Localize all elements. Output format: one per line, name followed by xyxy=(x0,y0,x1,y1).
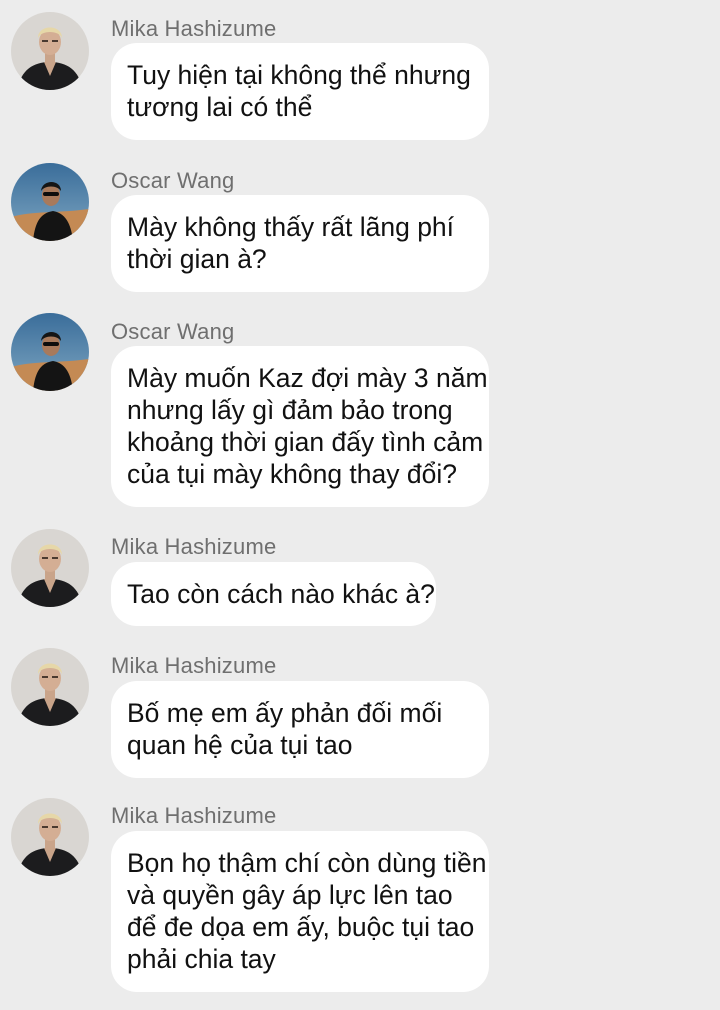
message-bubble[interactable]: Tuy hiện tại không thể nhưng tương lai c… xyxy=(111,43,489,140)
message-text: tương lai có thể xyxy=(127,92,313,122)
sender-name: Oscar Wang xyxy=(111,168,235,193)
message-text: quan hệ của tụi tao xyxy=(127,730,353,760)
oscar-avatar[interactable] xyxy=(11,163,89,241)
message-text: để đe dọa em ấy, buộc tụi tao xyxy=(127,912,475,942)
message-bubble[interactable]: Bọn họ thậm chí còn dùng tiền và quyền g… xyxy=(111,831,489,992)
message-bubble[interactable]: Mày không thấy rất lãng phí thời gian à? xyxy=(111,195,489,292)
mika-avatar[interactable] xyxy=(11,529,89,607)
message-text: Mày không thấy rất lãng phí xyxy=(127,212,455,242)
message-text: thời gian à? xyxy=(127,244,267,274)
sender-name: Mika Hashizume xyxy=(111,16,277,41)
message-text: phải chia tay xyxy=(127,944,276,974)
sender-name: Mika Hashizume xyxy=(111,803,277,828)
message-text: của tụi mày không thay đổi? xyxy=(127,459,457,489)
message-bubble[interactable]: Bố mẹ em ấy phản đối mối quan hệ của tụi… xyxy=(111,681,489,778)
mika-avatar[interactable] xyxy=(11,648,89,726)
message-text: Bố mẹ em ấy phản đối mối xyxy=(127,698,443,728)
message-text: Mày muốn Kaz đợi mày 3 năm xyxy=(127,363,488,393)
message-text: Bọn họ thậm chí còn dùng tiền xyxy=(127,848,487,878)
sender-name: Mika Hashizume xyxy=(111,653,277,678)
message-text: Tao còn cách nào khác à? xyxy=(127,579,435,609)
mika-avatar[interactable] xyxy=(11,798,89,876)
mika-avatar[interactable] xyxy=(11,12,89,90)
sender-name: Oscar Wang xyxy=(111,319,235,344)
message-bubble[interactable]: Tao còn cách nào khác à? xyxy=(111,562,436,626)
message-bubble[interactable]: Mày muốn Kaz đợi mày 3 năm nhưng lấy gì … xyxy=(111,346,489,507)
sender-name: Mika Hashizume xyxy=(111,534,277,559)
message-text: và quyền gây áp lực lên tao xyxy=(127,880,453,910)
message-text: Tuy hiện tại không thể nhưng xyxy=(127,60,471,90)
message-text: nhưng lấy gì đảm bảo trong xyxy=(127,395,453,425)
message-text: khoảng thời gian đấy tình cảm xyxy=(127,427,484,457)
oscar-avatar[interactable] xyxy=(11,313,89,391)
